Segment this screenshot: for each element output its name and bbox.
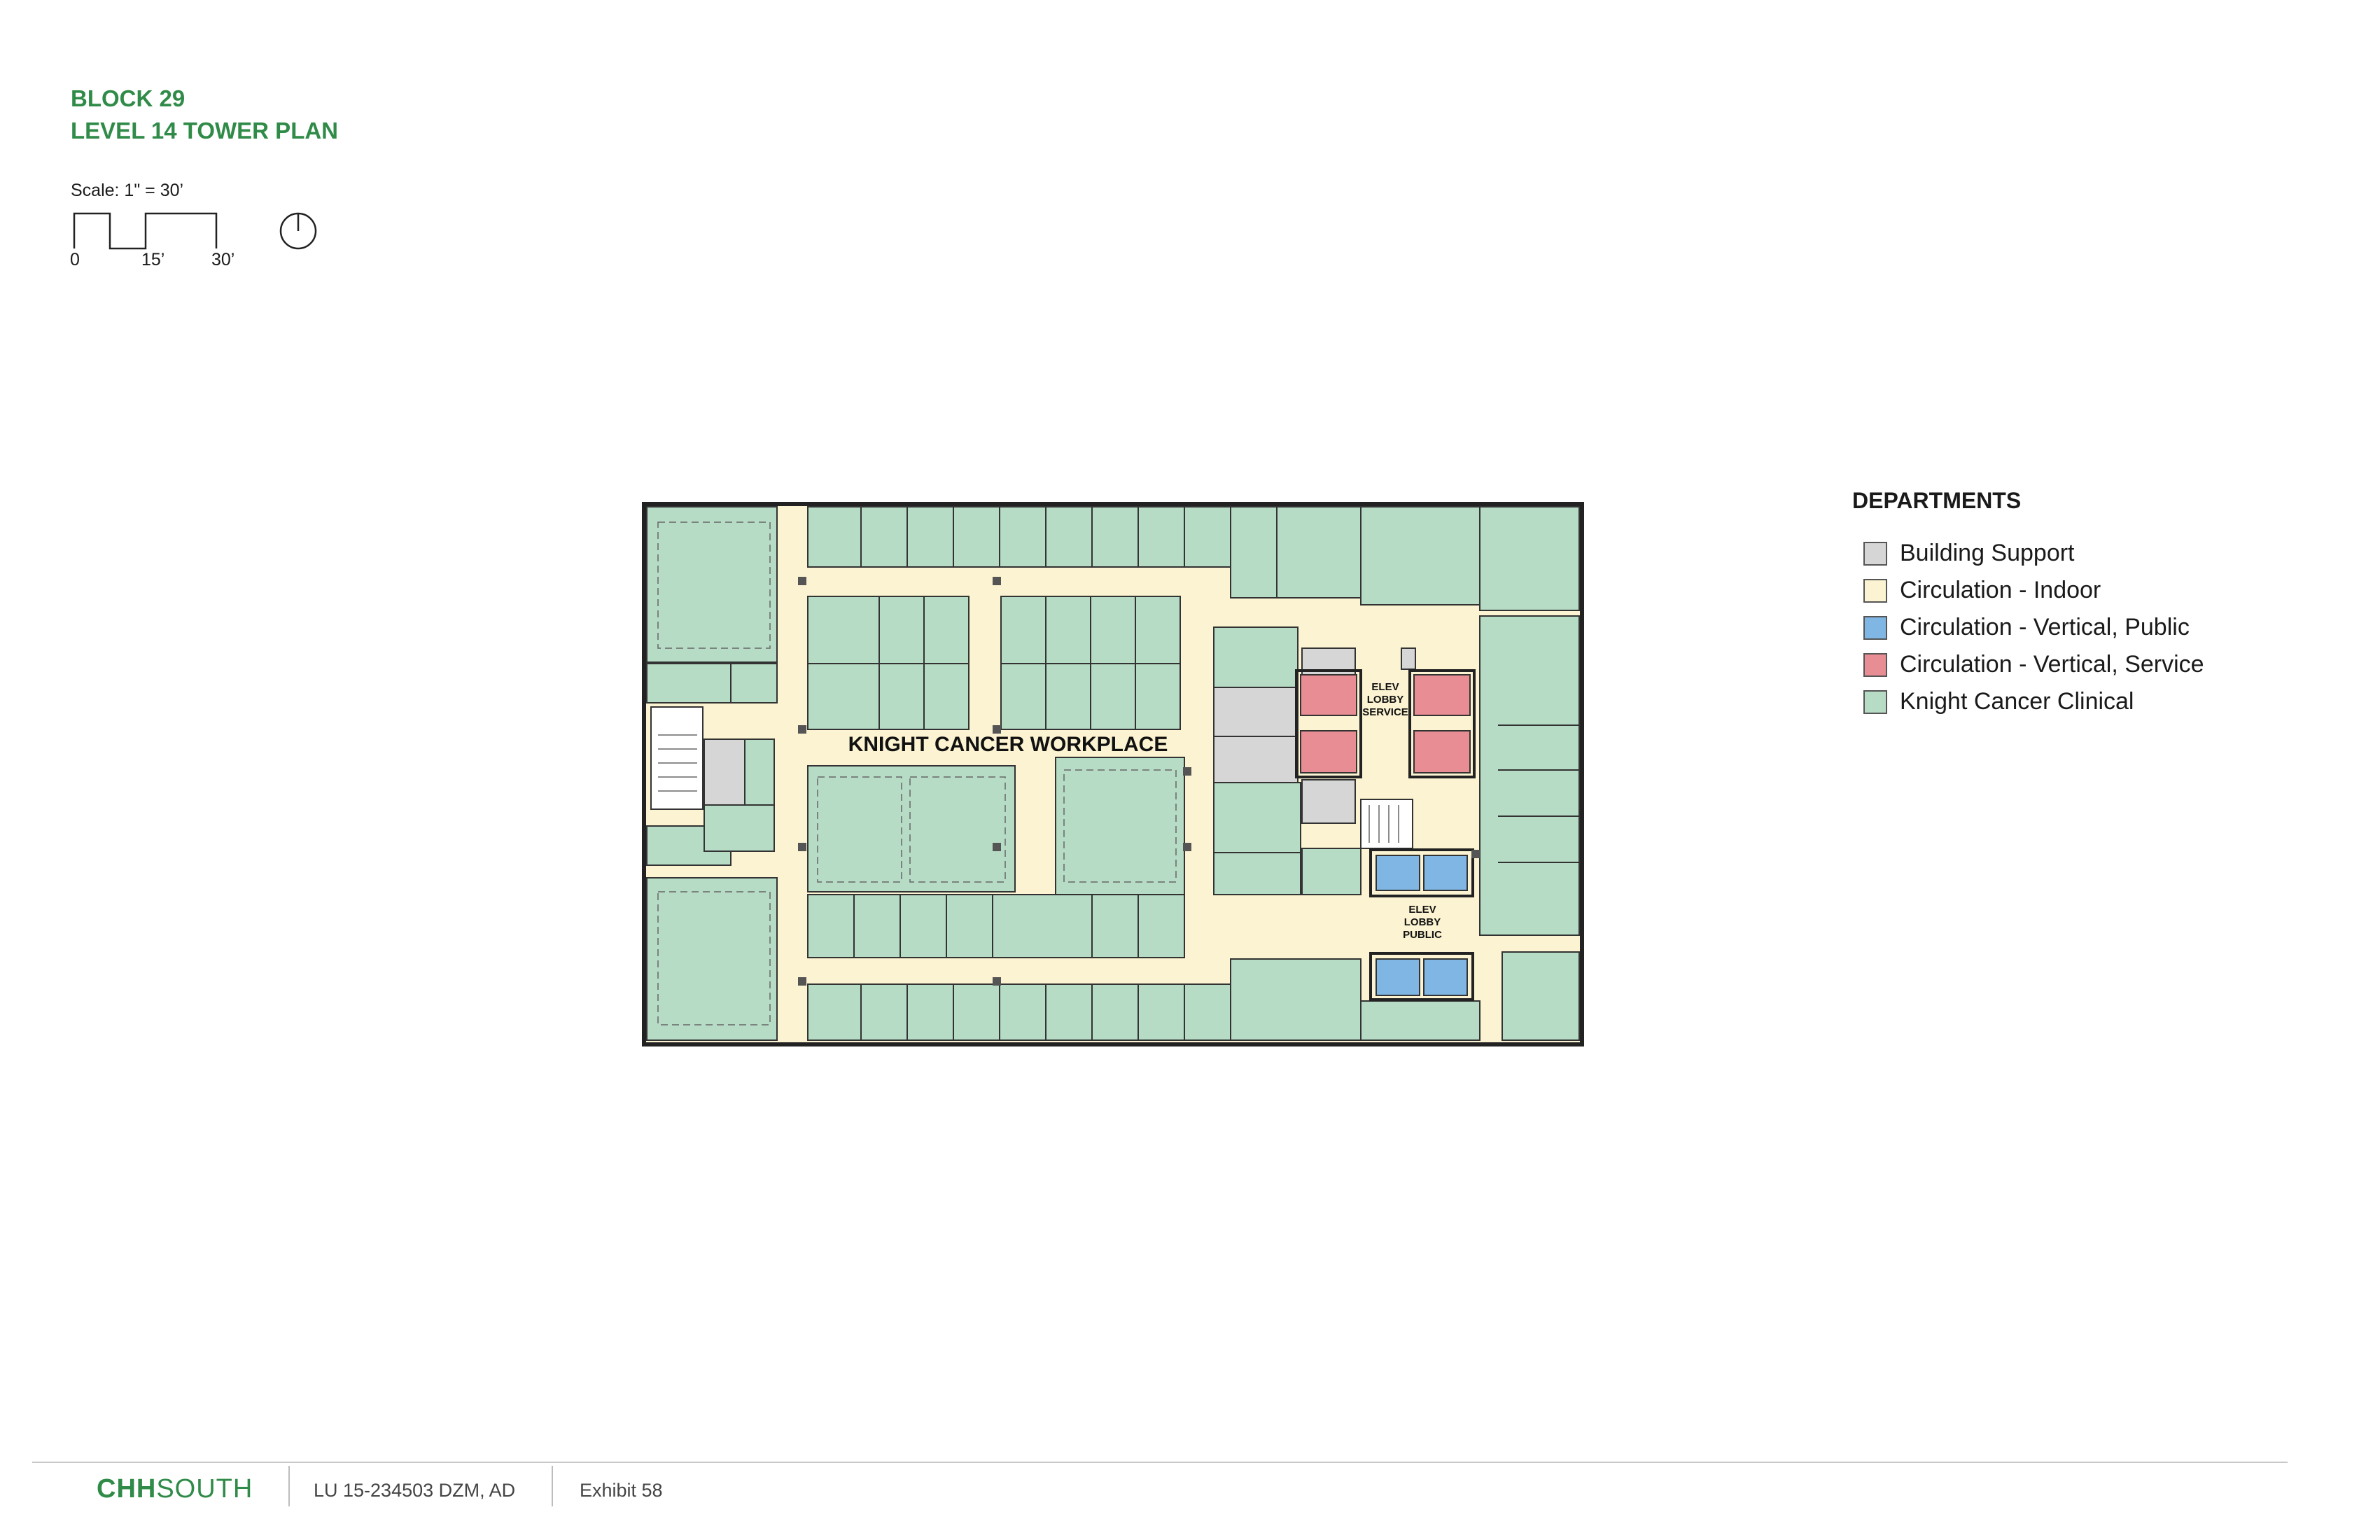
public-lobby-line3: PUBLIC (1403, 929, 1442, 941)
legend-swatch (1863, 652, 1887, 677)
legend-item-building-support: Building Support (1852, 535, 2204, 572)
service-lobby-line3: SERVICE (1362, 706, 1408, 718)
brand-bold: CHH (97, 1474, 157, 1504)
legend-item-circulation-indoor: Circulation - Indoor (1852, 572, 2204, 609)
workplace-label: KNIGHT CANCER WORKPLACE (848, 733, 1168, 756)
case-number: LU 15-234503 DZM, AD (314, 1480, 516, 1501)
legend-swatch (1863, 690, 1887, 714)
scale-tick-15: 15’ (141, 250, 165, 270)
scale-bar (73, 212, 218, 250)
scale-tick-0: 0 (70, 250, 80, 270)
scale-label: Scale: 1" = 30’ (71, 181, 184, 200)
brand-light: SOUTH (156, 1474, 253, 1504)
legend-label: Circulation - Vertical, Service (1900, 651, 2204, 678)
footer-separator (288, 1466, 290, 1506)
legend-label: Circulation - Indoor (1900, 577, 2101, 603)
legend-swatch (1863, 541, 1887, 566)
service-lobby-line1: ELEV (1371, 681, 1399, 693)
legend-item-circulation-vertical-service: Circulation - Vertical, Service (1852, 646, 2204, 683)
legend-item-circulation-vertical-public: Circulation - Vertical, Public (1852, 609, 2204, 646)
public-lobby-line1: ELEV (1408, 904, 1436, 916)
legend: DEPARTMENTS Building Support Circulation… (1852, 488, 2204, 720)
legend-title: DEPARTMENTS (1852, 488, 2022, 513)
floor-plan: KNIGHT CANCER WORKPLACE ELEV LOBBY SERVI… (642, 502, 1584, 1046)
legend-swatch (1863, 578, 1887, 603)
legend-item-knight-cancer-clinical: Knight Cancer Clinical (1852, 683, 2204, 720)
exhibit-label: Exhibit 58 (580, 1480, 663, 1501)
service-lobby-line2: LOBBY (1367, 694, 1404, 706)
footer-divider (32, 1462, 2288, 1463)
footer-separator (552, 1466, 553, 1506)
stair-left (650, 706, 704, 810)
legend-swatch (1863, 615, 1887, 640)
title-block: BLOCK 29 (71, 85, 186, 111)
public-lobby-line2: LOBBY (1404, 916, 1441, 928)
stair-core (1360, 799, 1413, 849)
title-level: LEVEL 14 TOWER PLAN (71, 118, 339, 144)
brand-logo: CHHSOUTH (97, 1474, 253, 1504)
legend-label: Knight Cancer Clinical (1900, 688, 2134, 715)
legend-label: Building Support (1900, 540, 2075, 566)
legend-label: Circulation - Vertical, Public (1900, 614, 2190, 640)
scale-tick-30: 30’ (211, 250, 235, 270)
page-title: BLOCK 29 LEVEL 14 TOWER PLAN (71, 83, 338, 147)
north-arrow-icon (279, 212, 317, 250)
